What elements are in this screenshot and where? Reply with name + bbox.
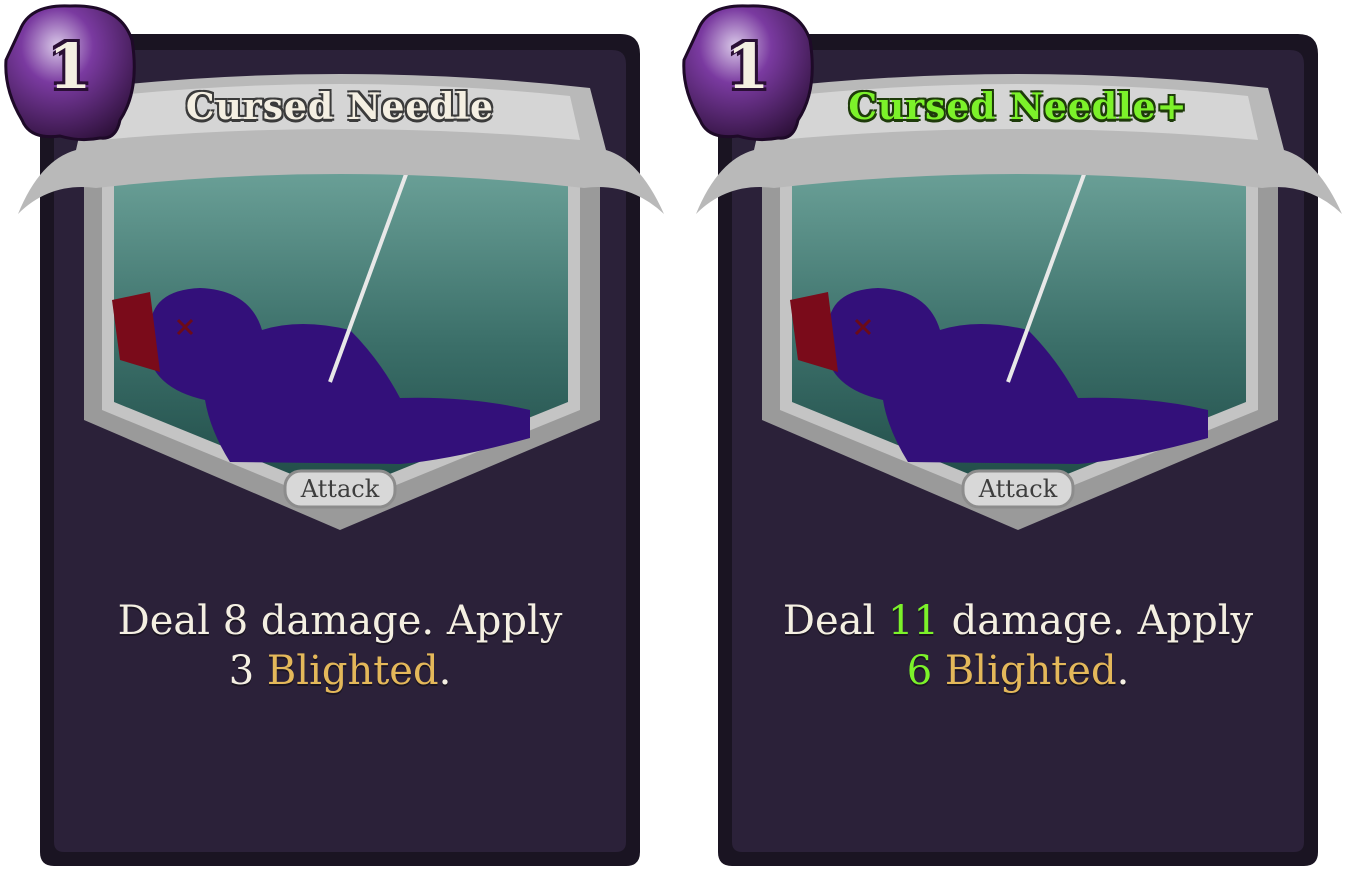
desc-part2: damage. Apply [938, 598, 1254, 644]
energy-cost: 1 [726, 30, 770, 103]
desc-part1: Deal [117, 598, 223, 644]
card-base[interactable]: 1 Cursed Needle Attack Deal 8 damage. Ap… [0, 0, 680, 874]
desc-end: . [438, 648, 452, 694]
card-upgraded[interactable]: 1 Cursed Needle+ Attack Deal 11 damage. … [678, 0, 1356, 874]
desc-blight-amount: 3 [228, 648, 255, 694]
desc-damage: 11 [888, 598, 939, 644]
card-comparison: 1 Cursed Needle Attack Deal 8 damage. Ap… [0, 0, 1356, 874]
card-type: Attack [300, 475, 380, 503]
desc-part2: damage. Apply [248, 598, 563, 644]
card-description: Deal 8 damage. Apply 3 Blighted. [70, 596, 610, 696]
desc-part1: Deal [782, 598, 889, 644]
keyword-blighted[interactable]: Blighted [945, 648, 1117, 694]
energy-cost: 1 [48, 30, 92, 103]
card-title: Cursed Needle [185, 86, 495, 128]
card-title: Cursed Needle+ [848, 86, 1188, 128]
card-description: Deal 11 damage. Apply 6 Blighted. [748, 596, 1288, 696]
desc-damage: 8 [222, 598, 249, 644]
desc-end: . [1116, 648, 1130, 694]
card-frame [4, 4, 664, 866]
card-frame [682, 4, 1342, 866]
desc-blight-amount: 6 [906, 648, 933, 694]
card-type: Attack [978, 475, 1058, 503]
keyword-blighted[interactable]: Blighted [267, 648, 439, 694]
